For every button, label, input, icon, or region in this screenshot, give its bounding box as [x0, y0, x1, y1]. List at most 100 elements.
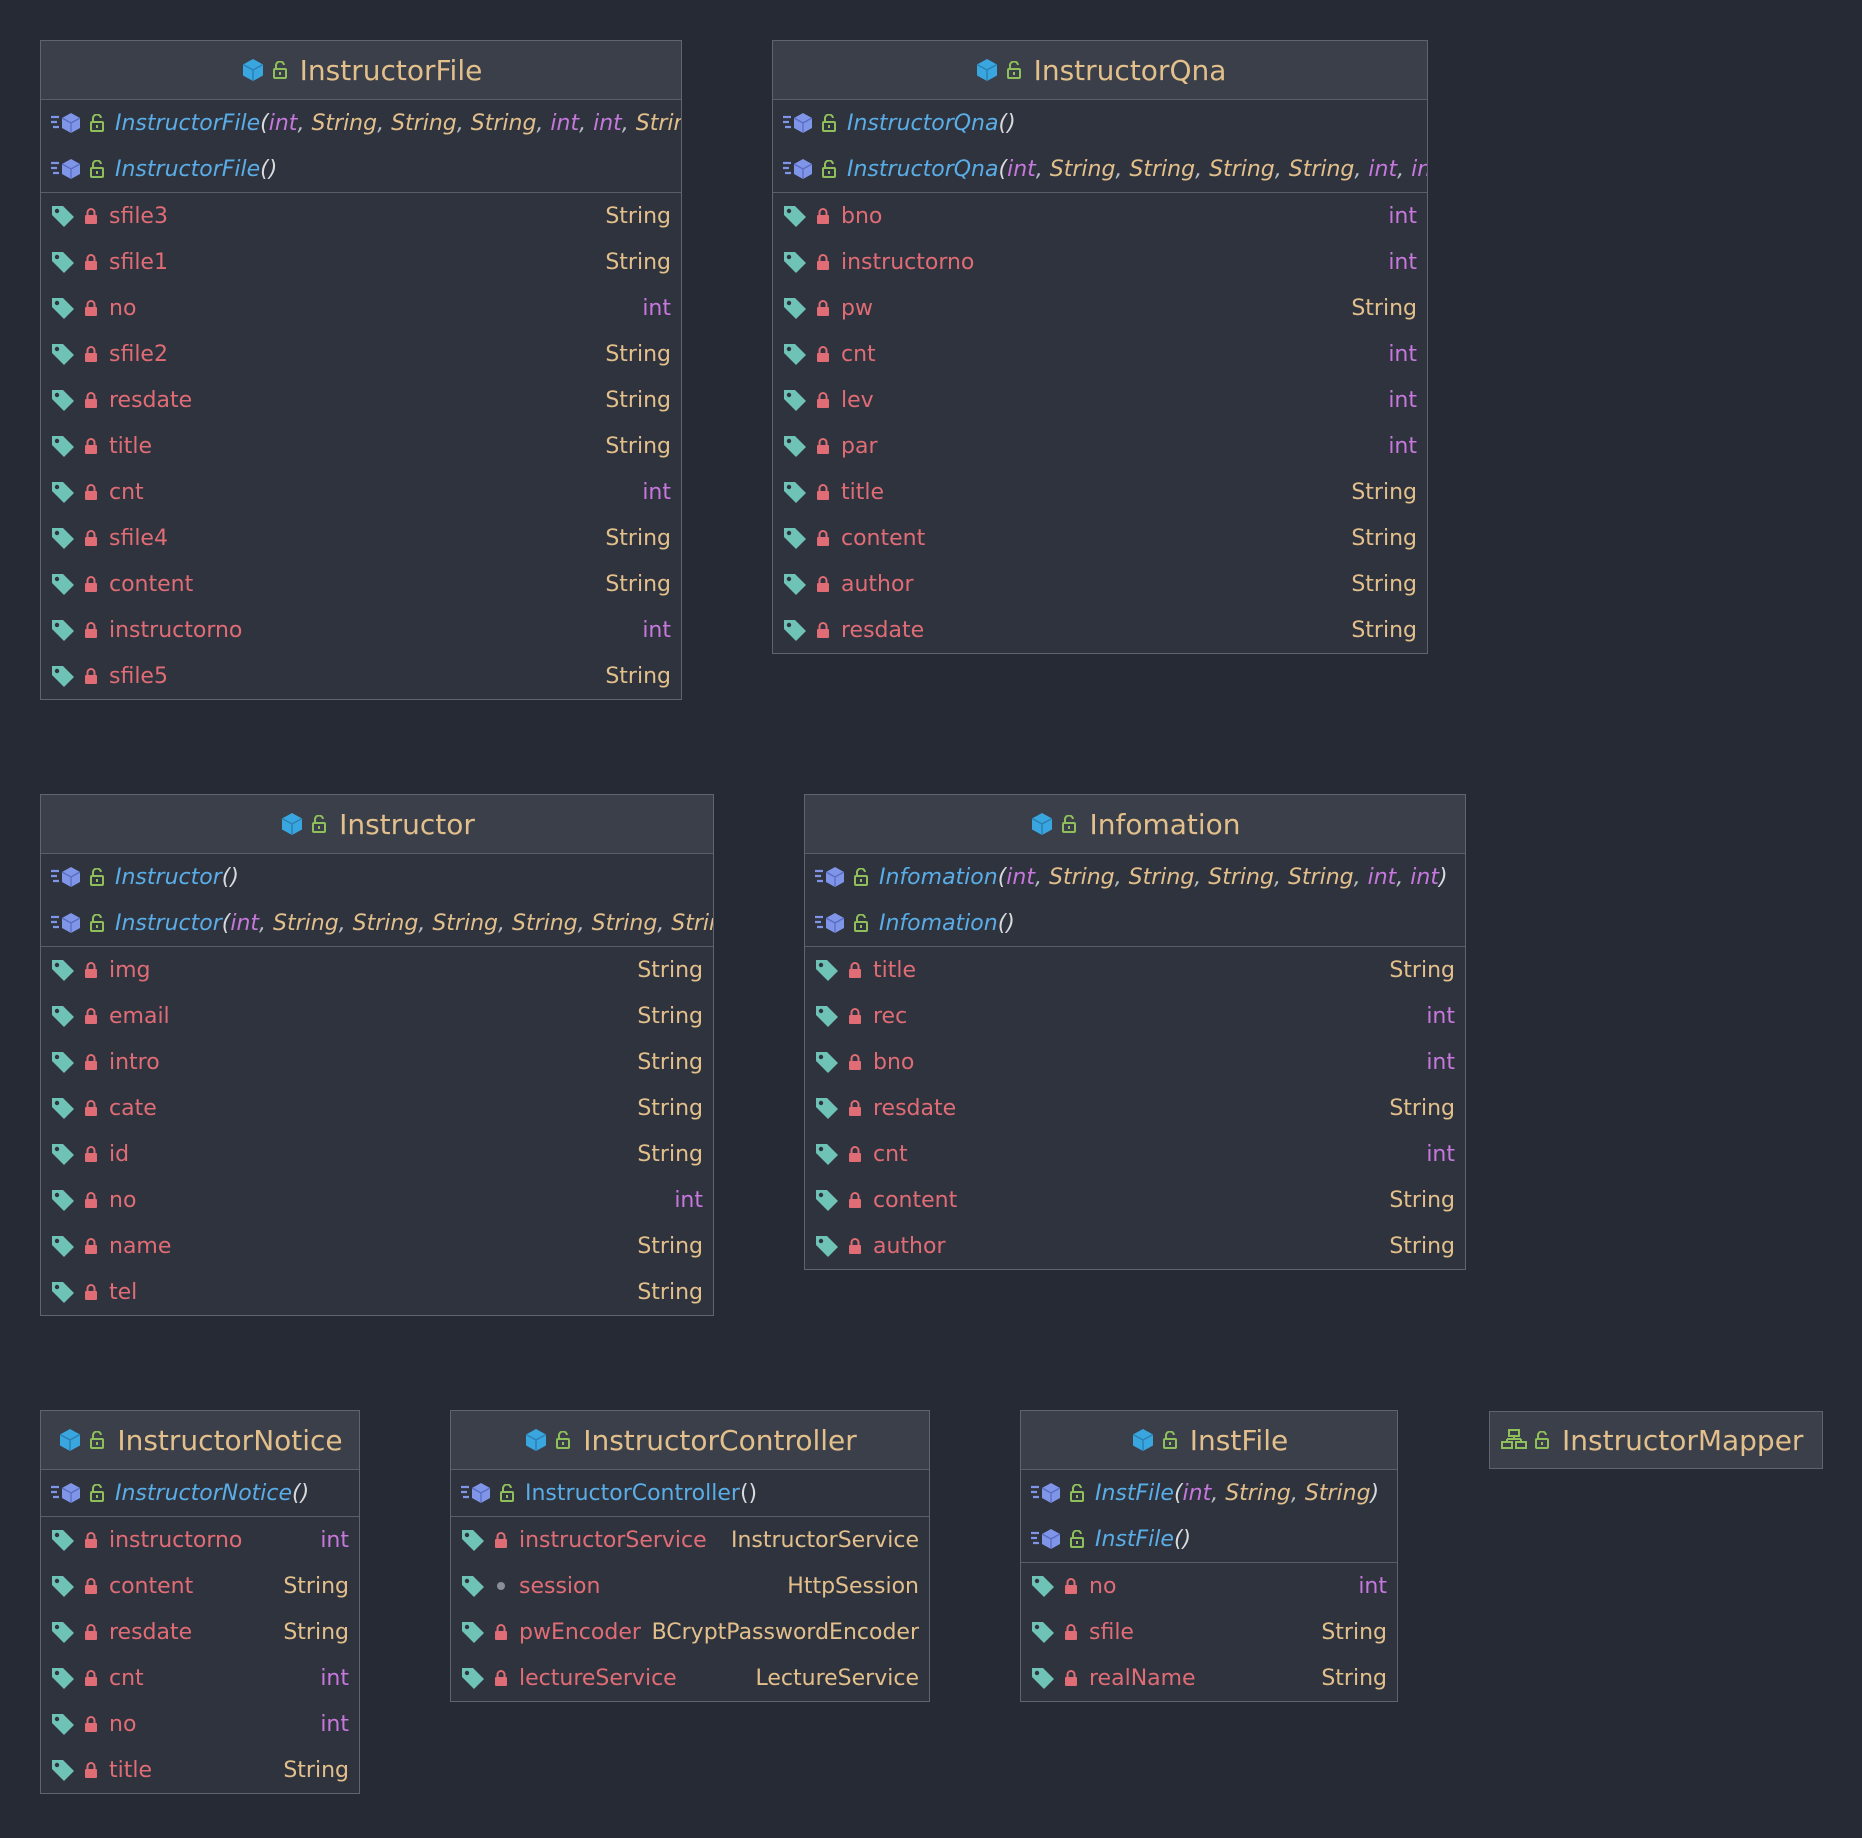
param-type: String: [311, 110, 378, 136]
field-row[interactable]: resdate String: [41, 377, 681, 423]
public-lock-icon: [555, 1431, 571, 1449]
field-row[interactable]: no int: [41, 285, 681, 331]
field-row[interactable]: sfile3 String: [41, 193, 681, 239]
field-row[interactable]: title String: [773, 469, 1427, 515]
constructor-row[interactable]: Infomation(): [805, 900, 1465, 946]
constructor-row[interactable]: InstFile(): [1021, 1516, 1397, 1562]
field-row[interactable]: id String: [41, 1131, 713, 1177]
field-row[interactable]: cnt int: [41, 1655, 359, 1701]
field-row[interactable]: pw String: [773, 285, 1427, 331]
field-row[interactable]: instructorService InstructorService: [451, 1517, 929, 1563]
field-row[interactable]: instructorno int: [41, 607, 681, 653]
class-box-infomation[interactable]: Infomation Infomation (int, String, String…: [804, 794, 1466, 1270]
field-row[interactable]: rec int: [805, 993, 1465, 1039]
field-row[interactable]: tel String: [41, 1269, 713, 1315]
field-row[interactable]: sfile4 String: [41, 515, 681, 561]
field-type: int: [1388, 341, 1417, 367]
field-tag-icon: [49, 617, 77, 643]
field-row[interactable]: session HttpSession: [451, 1563, 929, 1609]
field-row[interactable]: content String: [805, 1177, 1465, 1223]
class-header[interactable]: Infomation: [805, 795, 1465, 854]
field-row[interactable]: name String: [41, 1223, 713, 1269]
constructor-row[interactable]: Instructor (int, String, String, String, …: [41, 900, 713, 946]
class-header[interactable]: InstFile: [1021, 1411, 1397, 1470]
class-header[interactable]: InstructorQna: [773, 41, 1427, 100]
field-row[interactable]: cnt int: [41, 469, 681, 515]
public-lock-icon: [1162, 1431, 1178, 1449]
field-row[interactable]: email String: [41, 993, 713, 1039]
interface-box-instructor-mapper[interactable]: InstructorMapper: [1489, 1411, 1823, 1469]
private-lock-icon: [847, 961, 863, 979]
field-row[interactable]: cnt int: [773, 331, 1427, 377]
class-box-instructor[interactable]: Instructor Instructor() Instructor (int, St…: [40, 794, 714, 1316]
field-row[interactable]: sfile String: [1021, 1609, 1397, 1655]
field-row[interactable]: content String: [41, 561, 681, 607]
constructor-row[interactable]: Infomation (int, String, String, String, …: [805, 854, 1465, 900]
field-row[interactable]: img String: [41, 947, 713, 993]
class-box-instructor-notice[interactable]: InstructorNotice InstructorNotice() instru…: [40, 1410, 360, 1794]
field-row[interactable]: bno int: [773, 193, 1427, 239]
class-header[interactable]: InstructorNotice: [41, 1411, 359, 1470]
class-header[interactable]: InstructorFile: [41, 41, 681, 100]
field-row[interactable]: title String: [805, 947, 1465, 993]
constructor-row[interactable]: InstFile (int, String, String): [1021, 1470, 1397, 1516]
field-row[interactable]: title String: [41, 423, 681, 469]
field-row[interactable]: cnt int: [805, 1131, 1465, 1177]
field-row[interactable]: lectureService LectureService: [451, 1655, 929, 1701]
field-tag-icon: [459, 1527, 487, 1553]
constructor-row[interactable]: InstructorQna(): [773, 100, 1427, 146]
class-header[interactable]: InstructorController: [451, 1411, 929, 1470]
field-row[interactable]: no int: [1021, 1563, 1397, 1609]
constructor-params: (int, String, String, String, String, in…: [998, 865, 1448, 890]
field-name: instructorno: [841, 249, 975, 275]
field-row[interactable]: lev int: [773, 377, 1427, 423]
field-row[interactable]: author String: [805, 1223, 1465, 1269]
field-row[interactable]: content String: [41, 1563, 359, 1609]
paren: (: [260, 156, 269, 182]
field-row[interactable]: par int: [773, 423, 1427, 469]
field-row[interactable]: intro String: [41, 1039, 713, 1085]
constructor-row[interactable]: InstructorFile (int, String, String, Stri…: [41, 100, 681, 146]
param-type: String: [352, 910, 419, 936]
field-row[interactable]: no int: [41, 1701, 359, 1747]
constructor-params: (int, String, String, String, int, int, …: [260, 110, 681, 136]
private-lock-icon: [1063, 1623, 1079, 1641]
field-row[interactable]: resdate String: [773, 607, 1427, 653]
field-row[interactable]: resdate String: [805, 1085, 1465, 1131]
field-row[interactable]: sfile2 String: [41, 331, 681, 377]
field-row[interactable]: no int: [41, 1177, 713, 1223]
field-row[interactable]: instructorno int: [773, 239, 1427, 285]
field-row[interactable]: cate String: [41, 1085, 713, 1131]
field-type: String: [605, 433, 671, 459]
class-box-inst-file[interactable]: InstFile InstFile (int, String, String) Ins…: [1020, 1410, 1398, 1702]
field-row[interactable]: sfile5 String: [41, 653, 681, 699]
class-box-instructor-file[interactable]: InstructorFile InstructorFile (int, String…: [40, 40, 682, 700]
class-box-instructor-qna[interactable]: InstructorQna InstructorQna() InstructorQn…: [772, 40, 1428, 654]
constructors-section: InstructorNotice(): [41, 1470, 359, 1517]
field-row[interactable]: content String: [773, 515, 1427, 561]
class-box-instructor-controller[interactable]: InstructorController InstructorController…: [450, 1410, 930, 1702]
field-row[interactable]: resdate String: [41, 1609, 359, 1655]
class-header[interactable]: Instructor: [41, 795, 713, 854]
field-row[interactable]: instructorno int: [41, 1517, 359, 1563]
paren: (: [1173, 1480, 1183, 1506]
field-row[interactable]: bno int: [805, 1039, 1465, 1085]
constructor-row[interactable]: Instructor(): [41, 854, 713, 900]
field-type: String: [1351, 525, 1417, 551]
field-row[interactable]: realName String: [1021, 1655, 1397, 1701]
field-row[interactable]: author String: [773, 561, 1427, 607]
field-tag-icon: [49, 387, 77, 413]
field-type: String: [1389, 1187, 1455, 1213]
fields-section: img String email String intro String cate Strin…: [41, 947, 713, 1315]
field-tag-icon: [813, 1141, 841, 1167]
constructor-row[interactable]: InstructorController(): [451, 1470, 929, 1516]
constructor-row[interactable]: InstructorNotice(): [41, 1470, 359, 1516]
constructor-row[interactable]: InstructorQna (int, String, String, Strin…: [773, 146, 1427, 192]
paren: ): [268, 156, 278, 182]
private-lock-icon: [83, 1623, 99, 1641]
constructor-row[interactable]: InstructorFile(): [41, 146, 681, 192]
field-row[interactable]: pwEncoder BCryptPasswordEncoder: [451, 1609, 929, 1655]
param-separator: ,: [621, 110, 636, 136]
field-row[interactable]: sfile1 String: [41, 239, 681, 285]
field-row[interactable]: title String: [41, 1747, 359, 1793]
